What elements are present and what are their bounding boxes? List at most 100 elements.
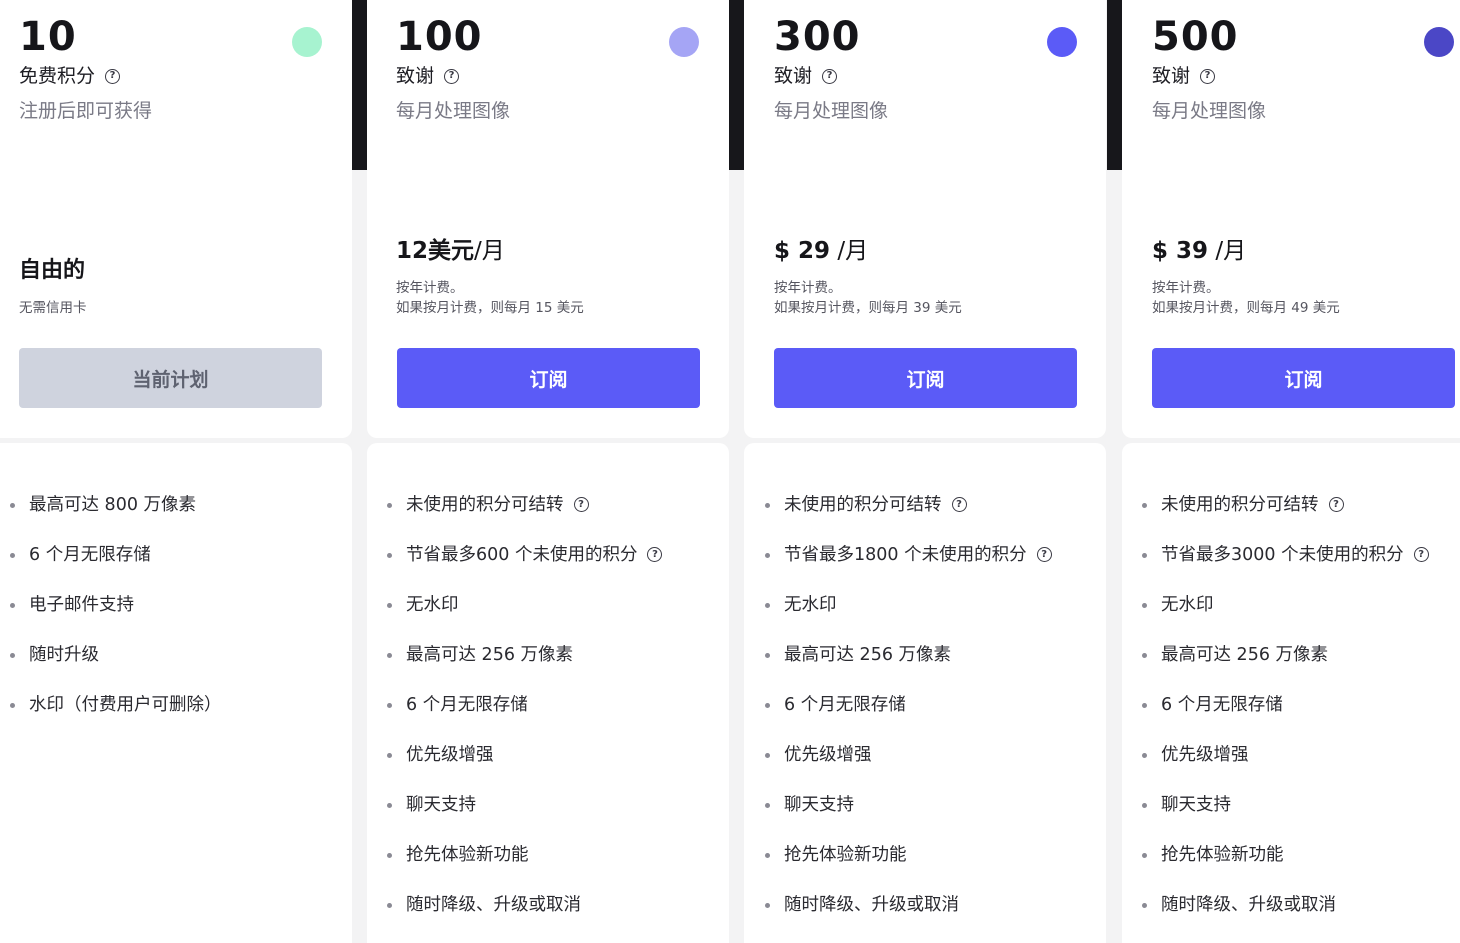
plan-credits: 500 <box>1152 14 1239 60</box>
bullet-icon <box>1142 753 1147 758</box>
help-circle-icon[interactable]: ? <box>822 68 838 84</box>
help-circle-icon[interactable]: ? <box>951 497 967 512</box>
plan-divider <box>352 0 367 170</box>
plan-subtitle: 注册后即可获得 <box>19 100 153 122</box>
plan-unit-row: 致谢 ? <box>1152 63 1216 89</box>
bullet-icon <box>387 803 392 808</box>
bullet-icon <box>387 503 392 508</box>
bullet-icon <box>765 753 770 758</box>
bullet-icon <box>765 653 770 658</box>
plan-price: $ 29 /月 <box>774 236 868 266</box>
plan-price-amount: $ 39 <box>1152 238 1209 264</box>
help-circle-icon[interactable]: ? <box>573 497 589 512</box>
plan-unit-label: 免费积分 <box>19 65 96 87</box>
plan-color-dot <box>1047 27 1077 57</box>
feature-list: 未使用的积分可结转? 节省最多3000 个未使用的积分? 无水印 最高可达 25… <box>1142 490 1429 940</box>
feature-item: 随时降级、升级或取消 <box>387 890 662 940</box>
feature-item: 6 个月无限存储 <box>765 690 1052 740</box>
plan-credits: 300 <box>774 14 861 60</box>
plan-unit-row: 免费积分 ? <box>19 63 121 89</box>
bullet-icon <box>387 903 392 908</box>
help-circle-icon[interactable]: ? <box>1413 547 1429 562</box>
plan-unit-label: 致谢 <box>396 65 435 87</box>
plan-note: 按年计费。 如果按月计费，则每月 39 美元 <box>774 280 962 316</box>
bullet-icon <box>765 803 770 808</box>
feature-item: 无水印 <box>1142 590 1429 640</box>
feature-item: 最高可达 256 万像素 <box>387 640 662 690</box>
help-circle-icon[interactable]: ? <box>105 68 121 84</box>
feature-item: 抢先体验新功能 <box>765 840 1052 890</box>
help-circle-icon[interactable]: ? <box>1036 547 1052 562</box>
feature-item: 节省最多3000 个未使用的积分? <box>1142 540 1429 590</box>
plan-unit-row: 致谢 ? <box>774 63 838 89</box>
plan-500: 500 致谢 ? 每月处理图像 $ 39 /月 按年计费。 如果按月计费，则每月… <box>1107 0 1460 943</box>
plan-price: $ 39 /月 <box>1152 236 1246 266</box>
feature-item: 节省最多1800 个未使用的积分? <box>765 540 1052 590</box>
bullet-icon <box>387 603 392 608</box>
bullet-icon <box>765 853 770 858</box>
bullet-icon <box>10 503 15 508</box>
bullet-icon <box>387 653 392 658</box>
feature-item: 聊天支持 <box>387 790 662 840</box>
feature-item: 抢先体验新功能 <box>387 840 662 890</box>
plan-color-dot <box>292 27 322 57</box>
feature-item: 优先级增强 <box>765 740 1052 790</box>
plan-subtitle: 每月处理图像 <box>1152 100 1267 122</box>
feature-item: 无水印 <box>765 590 1052 640</box>
feature-item: 6 个月无限存储 <box>387 690 662 740</box>
help-circle-icon[interactable]: ? <box>647 547 663 562</box>
bullet-icon <box>1142 853 1147 858</box>
feature-item: 优先级增强 <box>387 740 662 790</box>
bullet-icon <box>1142 653 1147 658</box>
bullet-icon <box>1142 703 1147 708</box>
bullet-icon <box>1142 553 1147 558</box>
subscribe-button[interactable]: 订阅 <box>397 348 700 408</box>
plan-subtitle: 每月处理图像 <box>396 100 511 122</box>
bullet-icon <box>10 553 15 558</box>
plan-unit-label: 致谢 <box>1152 65 1191 87</box>
bullet-icon <box>1142 803 1147 808</box>
plan-price-title: 自由的 <box>19 258 86 283</box>
subscribe-button[interactable]: 订阅 <box>774 348 1077 408</box>
feature-item: 未使用的积分可结转? <box>387 490 662 540</box>
plan-note: 按年计费。 如果按月计费，则每月 15 美元 <box>396 280 584 316</box>
bullet-icon <box>387 853 392 858</box>
plan-price-period: /月 <box>1208 238 1247 264</box>
help-circle-icon[interactable]: ? <box>444 68 460 84</box>
feature-item: 无水印 <box>387 590 662 640</box>
bullet-icon <box>387 703 392 708</box>
current-plan-button[interactable]: 当前计划 <box>19 348 322 408</box>
feature-item: 聊天支持 <box>1142 790 1429 840</box>
plan-price: 12美元/月 <box>396 236 505 266</box>
feature-item: 最高可达 256 万像素 <box>765 640 1052 690</box>
plan-credits: 10 <box>19 14 77 60</box>
bullet-icon <box>1142 903 1147 908</box>
bullet-icon <box>765 903 770 908</box>
help-circle-icon[interactable]: ? <box>1328 497 1344 512</box>
bullet-icon <box>765 603 770 608</box>
plan-price-amount: $ 29 <box>774 238 831 264</box>
feature-list: 未使用的积分可结转? 节省最多600 个未使用的积分? 无水印 最高可达 256… <box>387 490 663 940</box>
bullet-icon <box>765 503 770 508</box>
plan-price-period: /月 <box>830 238 869 264</box>
feature-item: 随时降级、升级或取消 <box>765 890 1052 940</box>
bullet-icon <box>10 703 15 708</box>
feature-item: 抢先体验新功能 <box>1142 840 1429 890</box>
feature-list: 最高可达 800 万像素 6 个月无限存储 电子邮件支持 随时升级 水印（付费用… <box>10 490 222 740</box>
plan-300: 300 致谢 ? 每月处理图像 $ 29 /月 按年计费。 如果按月计费，则每月… <box>729 0 1107 943</box>
plan-price-period: /月 <box>474 238 505 264</box>
feature-item: 聊天支持 <box>765 790 1052 840</box>
feature-item: 未使用的积分可结转? <box>1142 490 1429 540</box>
bullet-icon <box>765 703 770 708</box>
subscribe-button[interactable]: 订阅 <box>1152 348 1455 408</box>
feature-item: 优先级增强 <box>1142 740 1429 790</box>
bullet-icon <box>1142 503 1147 508</box>
bullet-icon <box>10 653 15 658</box>
feature-item: 节省最多600 个未使用的积分? <box>387 540 663 590</box>
plan-divider <box>1107 0 1122 170</box>
feature-item: 6 个月无限存储 <box>10 540 222 590</box>
bullet-icon <box>1142 603 1147 608</box>
feature-item: 6 个月无限存储 <box>1142 690 1429 740</box>
plan-free: 10 免费积分 ? 注册后即可获得 自由的 无需信用卡 当前计划 最高可达 80… <box>0 0 352 943</box>
help-circle-icon[interactable]: ? <box>1200 68 1216 84</box>
